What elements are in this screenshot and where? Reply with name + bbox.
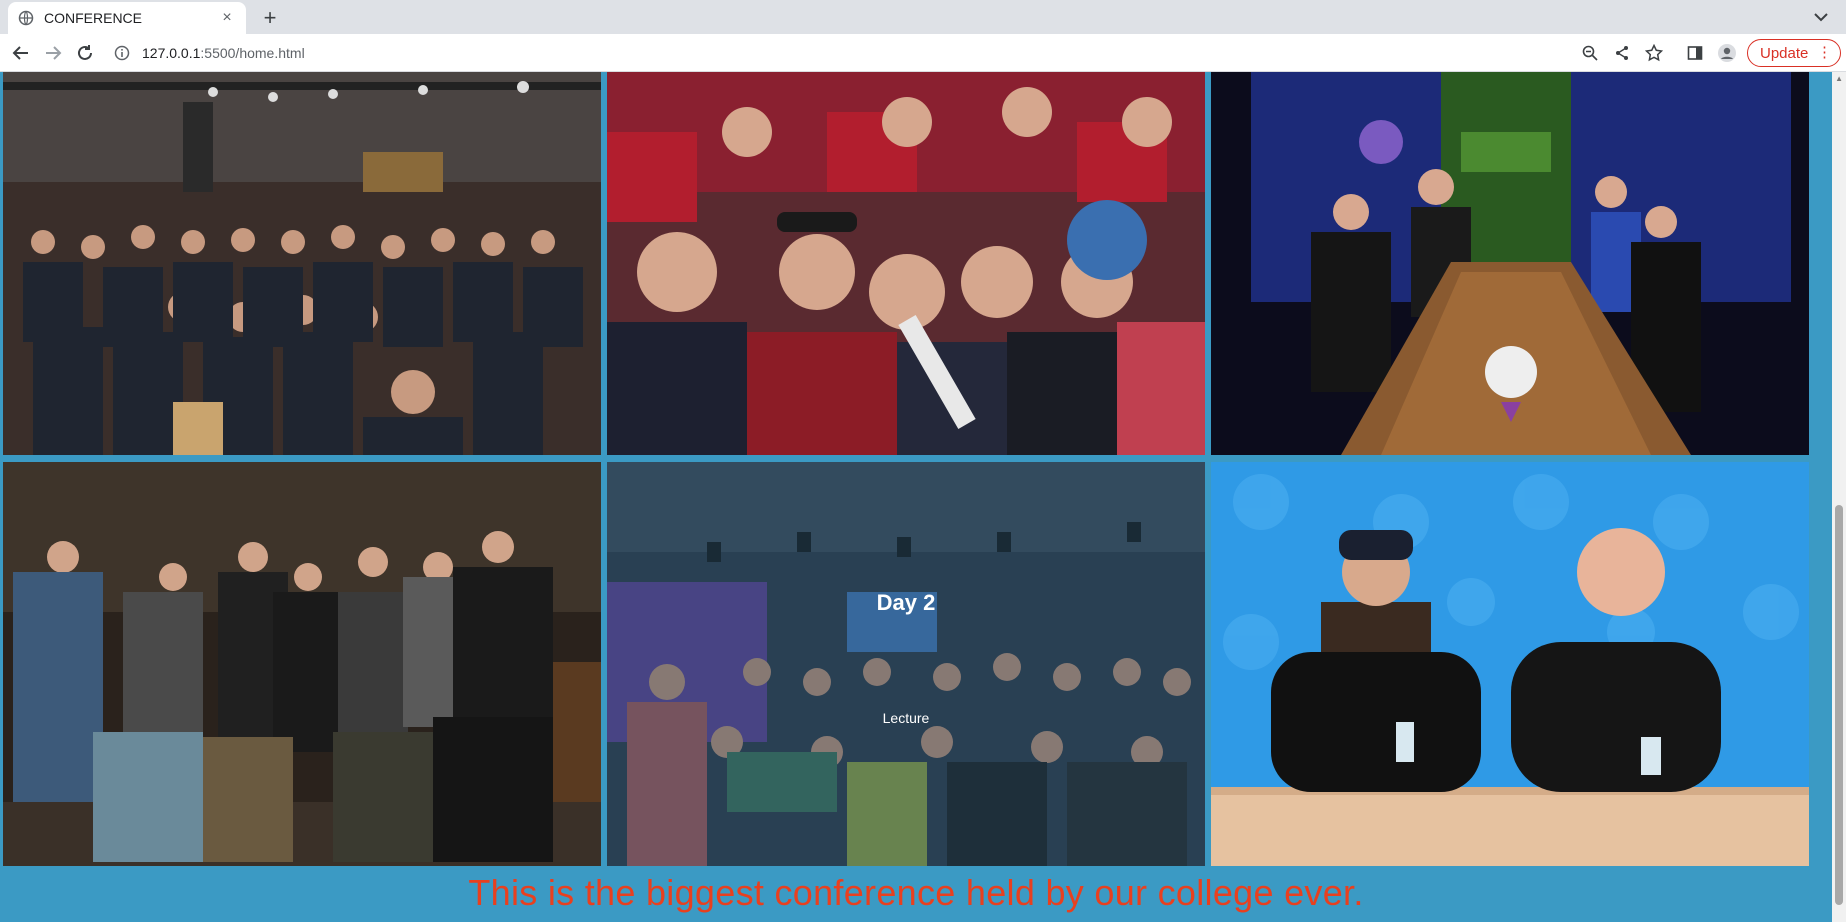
chevron-down-icon[interactable] xyxy=(1810,6,1832,28)
scrollbar-thumb[interactable] xyxy=(1835,505,1843,905)
gallery-photo-hosts xyxy=(1211,462,1809,866)
url-host: 127.0.0.1 xyxy=(142,45,201,61)
url-text: 127.0.0.1:5500/home.html xyxy=(142,45,305,61)
profile-avatar-icon[interactable] xyxy=(1716,42,1738,64)
gallery-photo-audience-closeup xyxy=(607,72,1205,455)
audience-closeup-image xyxy=(607,72,1205,455)
bookmark-star-icon[interactable] xyxy=(1643,42,1665,64)
audience-photo-image xyxy=(3,72,601,455)
tab-conference[interactable]: CONFERENCE × xyxy=(8,2,246,34)
forward-arrow-icon[interactable] xyxy=(41,41,65,65)
share-icon[interactable] xyxy=(1611,42,1633,64)
gallery-photo-podcast xyxy=(1211,72,1809,455)
gallery-card-day2[interactable]: Day 2 Lecture xyxy=(607,462,1205,866)
two-hosts-image xyxy=(1211,462,1809,866)
side-panel-icon[interactable] xyxy=(1684,42,1706,64)
tab-title: CONFERENCE xyxy=(44,10,143,26)
page-scrollbar[interactable]: ▲ xyxy=(1832,72,1846,922)
update-label: Update xyxy=(1760,44,1809,62)
globe-icon xyxy=(18,10,34,26)
podcast-table-image xyxy=(1211,72,1809,455)
group-photo-image xyxy=(3,462,601,866)
browser-toolbar: 127.0.0.1:5500/home.html Update ⋮ xyxy=(0,34,1846,72)
address-bar[interactable]: 127.0.0.1:5500/home.html xyxy=(104,38,1819,68)
page-viewport: Day 2 Lecture This is the biggest confer… xyxy=(0,72,1846,922)
scroll-up-arrow-icon[interactable]: ▲ xyxy=(1835,74,1843,83)
gallery-photo-group xyxy=(3,462,601,866)
reload-icon[interactable] xyxy=(73,41,97,65)
info-icon[interactable] xyxy=(114,45,130,61)
day-subtitle: Lecture xyxy=(882,710,930,726)
tab-close-icon[interactable]: × xyxy=(218,9,236,27)
more-menu-icon[interactable]: ⋮ xyxy=(1817,44,1832,62)
day-title: Day 2 xyxy=(876,590,936,615)
url-path: :5500/home.html xyxy=(200,45,305,61)
new-tab-button[interactable]: + xyxy=(256,4,284,32)
zoom-icon[interactable] xyxy=(1579,42,1601,64)
conference-caption: This is the biggest conference held by o… xyxy=(468,872,1364,913)
tab-strip: CONFERENCE × + xyxy=(0,0,1846,34)
back-arrow-icon[interactable] xyxy=(9,41,33,65)
gallery-photo-audience xyxy=(3,72,601,455)
day-card-overlay xyxy=(607,462,1205,866)
update-button[interactable]: Update ⋮ xyxy=(1747,39,1841,67)
